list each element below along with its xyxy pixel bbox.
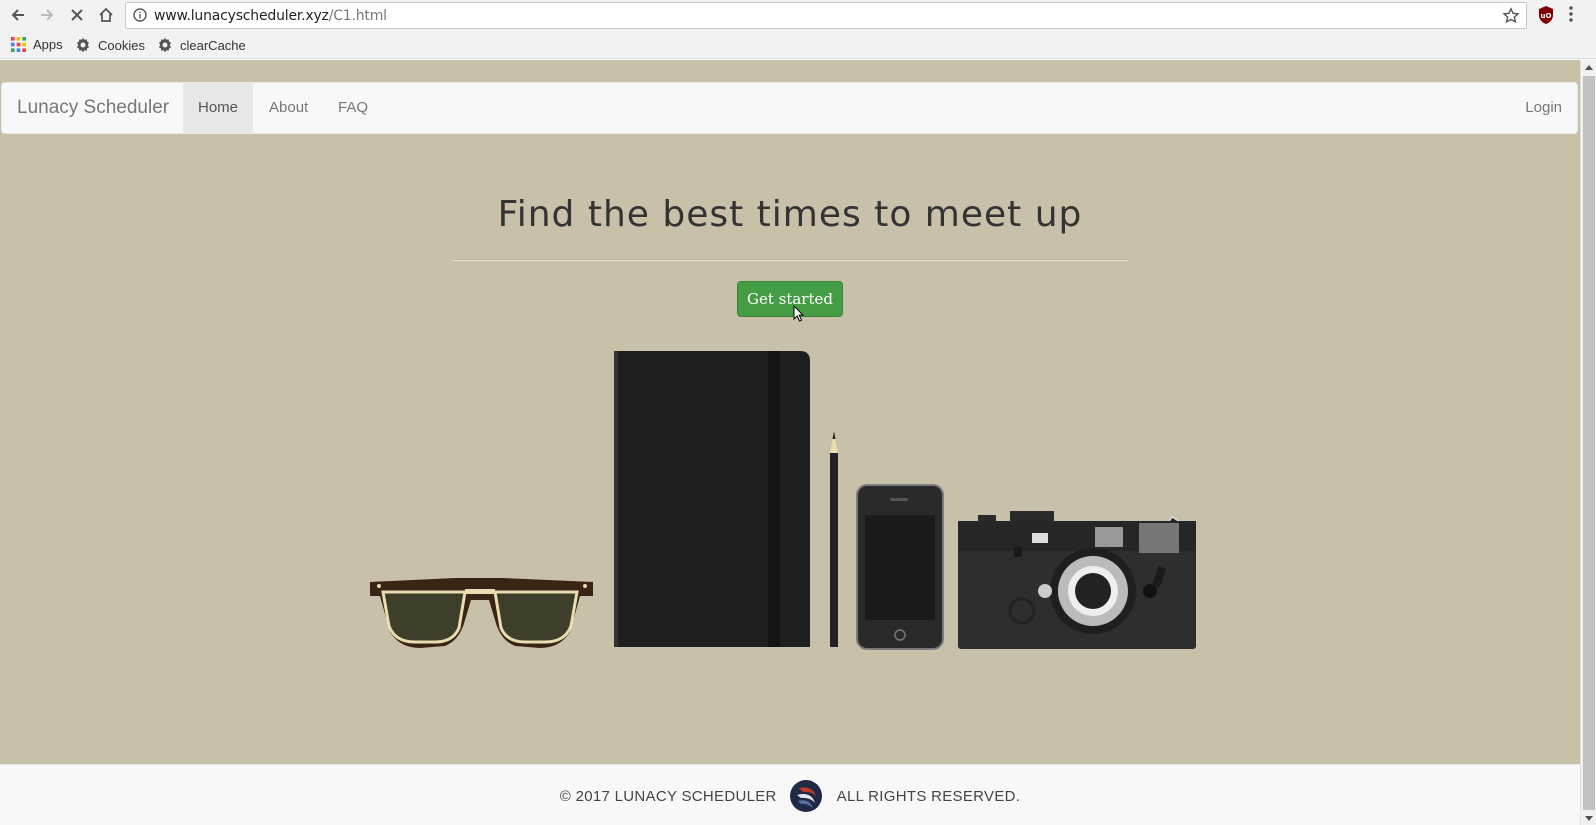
url-host: www.lunacyscheduler.xyz xyxy=(154,8,329,24)
shield-icon: uO xyxy=(1539,6,1553,24)
login-link[interactable]: Login xyxy=(1525,83,1562,133)
gear-icon xyxy=(77,37,89,53)
bookmarks-bar: Apps Cookies clearCache xyxy=(0,31,1596,59)
sunglasses-illustration xyxy=(370,578,593,648)
lunacy-logo-icon xyxy=(789,780,822,812)
url-path: /C1.html xyxy=(328,8,387,24)
scrollbar-thumb[interactable] xyxy=(1583,76,1595,810)
hero-illustration xyxy=(370,351,1196,650)
page-scrollbar[interactable] xyxy=(1580,60,1596,825)
site-navbar: Lunacy Scheduler Home About FAQ Login xyxy=(1,82,1578,134)
home-button[interactable] xyxy=(95,4,117,26)
scroll-down-arrow-icon[interactable] xyxy=(1585,816,1593,821)
nav-home[interactable]: Home xyxy=(183,83,254,133)
hero-headline: Find the best times to meet up xyxy=(497,194,1083,235)
home-icon xyxy=(99,7,113,22)
phone-illustration xyxy=(856,484,944,650)
bookmark-label: clearCache xyxy=(180,37,246,53)
forward-arrow-icon xyxy=(41,9,54,21)
star-icon[interactable] xyxy=(1502,7,1520,25)
mouse-cursor-icon xyxy=(793,305,805,322)
bookmark-label: Apps xyxy=(33,37,63,52)
nav-faq[interactable]: FAQ xyxy=(323,83,383,133)
footer-copyright: © 2017 LUNACY SCHEDULER xyxy=(559,787,777,805)
browser-toolbar: www.lunacyscheduler.xyz/C1.html uO xyxy=(0,0,1596,31)
site-footer: © 2017 LUNACY SCHEDULER ALL RIGHTS RESER… xyxy=(0,764,1580,825)
headline-divider xyxy=(452,259,1128,261)
kebab-menu-icon xyxy=(1569,6,1573,22)
address-bar[interactable]: www.lunacyscheduler.xyz/C1.html xyxy=(125,2,1527,29)
bookmark-apps[interactable]: Apps xyxy=(11,37,63,52)
gear-icon xyxy=(159,37,171,53)
ublock-extension-button[interactable]: uO xyxy=(1537,5,1555,30)
page-viewport: Lunacy Scheduler Home About FAQ Login Fi… xyxy=(0,60,1580,825)
back-button[interactable] xyxy=(7,4,29,26)
url-text: www.lunacyscheduler.xyz/C1.html xyxy=(154,8,387,24)
scroll-up-arrow-icon[interactable] xyxy=(1585,65,1593,70)
pencil-illustration xyxy=(830,431,838,647)
bookmark-clearcache[interactable]: clearCache xyxy=(157,37,246,53)
info-icon[interactable] xyxy=(133,8,147,22)
site-brand[interactable]: Lunacy Scheduler xyxy=(17,97,169,119)
footer-rights: ALL RIGHTS RESERVED. xyxy=(836,787,1021,805)
browser-menu-button[interactable] xyxy=(1568,5,1574,28)
forward-button[interactable] xyxy=(36,4,58,26)
close-icon xyxy=(71,9,83,21)
get-started-button[interactable]: Get started xyxy=(737,281,843,317)
nav-about[interactable]: About xyxy=(254,83,323,133)
bookmark-label: Cookies xyxy=(98,37,145,53)
notebook-illustration xyxy=(614,351,810,647)
stop-loading-button[interactable] xyxy=(66,4,88,26)
back-arrow-icon xyxy=(11,9,24,21)
apps-grid-icon xyxy=(11,37,26,52)
camera-illustration xyxy=(958,511,1196,649)
svg-text:uO: uO xyxy=(1541,12,1552,20)
bookmark-cookies[interactable]: Cookies xyxy=(75,37,145,53)
